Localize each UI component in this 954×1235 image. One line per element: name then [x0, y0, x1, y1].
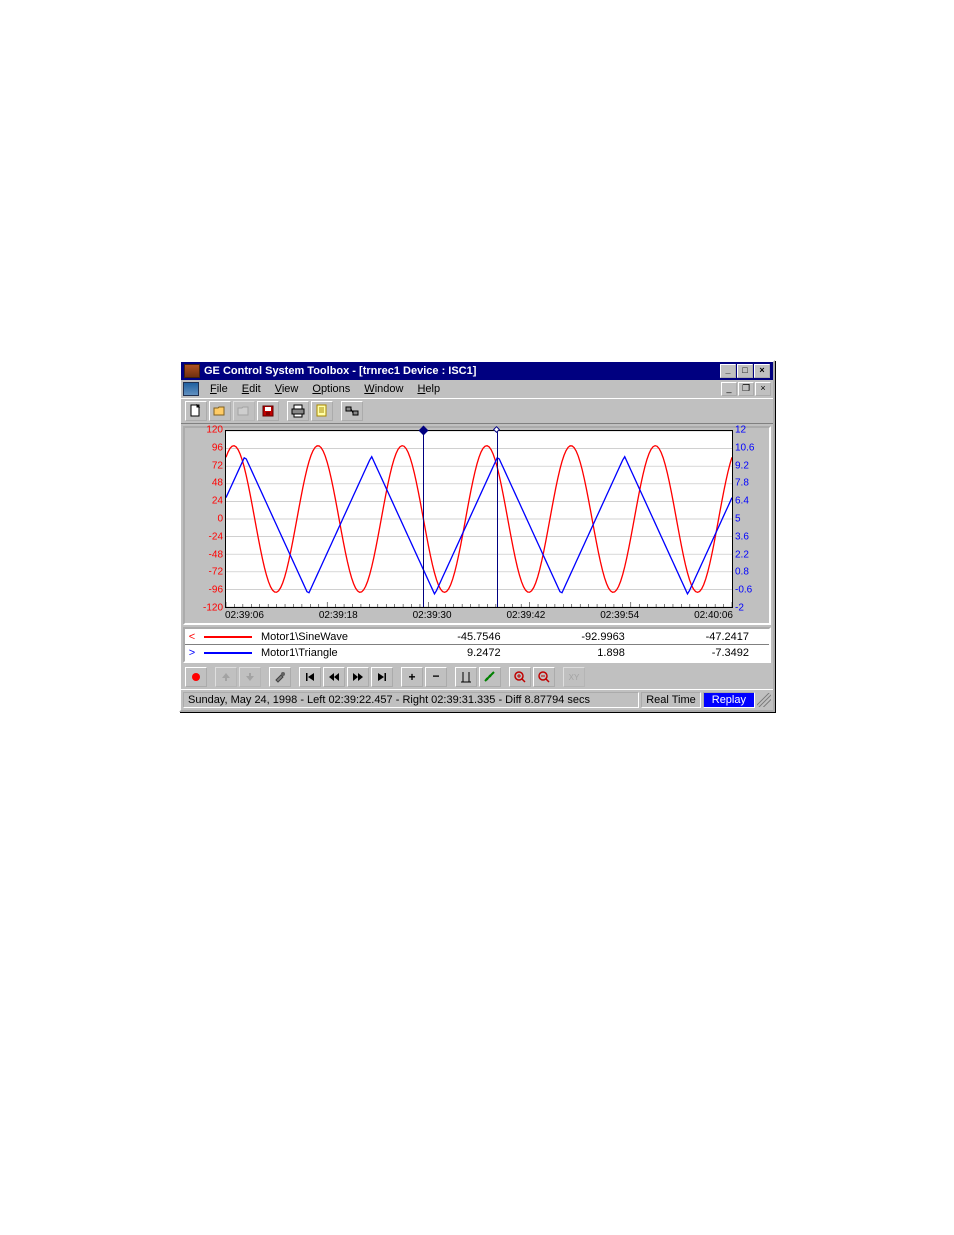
first-button[interactable] — [299, 667, 321, 687]
move-up-button[interactable] — [215, 667, 237, 687]
y-axis-right: 1210.69.27.86.453.62.20.8-0.6-2 — [733, 430, 767, 608]
signal-row[interactable]: > Motor1\Triangle9.24721.898-7.3492 — [185, 645, 769, 661]
status-realtime[interactable]: Real Time — [641, 692, 701, 708]
signal-v2: -92.9963 — [521, 631, 645, 643]
menu-help[interactable]: Help — [410, 381, 447, 397]
window-title: GE Control System Toolbox - [trnrec1 Dev… — [204, 365, 476, 377]
mdi-close-button[interactable]: × — [755, 382, 771, 396]
signal-v2: 1.898 — [521, 647, 645, 659]
mdi-minimize-button[interactable]: _ — [721, 382, 737, 396]
minimize-button[interactable]: _ — [720, 364, 736, 378]
maximize-button[interactable]: □ — [737, 364, 753, 378]
graph-area: 120967248240-24-48-72-96-120 1210.69.27.… — [183, 426, 771, 625]
last-button[interactable] — [371, 667, 393, 687]
recorder-toolbar: + − XY — [181, 665, 773, 689]
signals-table: < Motor1\SineWave-45.7546-92.9963-47.2417… — [183, 627, 771, 663]
cursor-snap-button[interactable] — [455, 667, 477, 687]
resize-grip[interactable] — [757, 693, 771, 707]
menu-edit[interactable]: Edit — [235, 381, 268, 397]
svg-text:−: − — [432, 670, 439, 683]
rewind-button[interactable] — [323, 667, 345, 687]
signal-v1: 9.2472 — [396, 647, 520, 659]
signal-name: Motor1\SineWave — [257, 631, 396, 643]
x-axis: 02:39:0602:39:1802:39:3002:39:4202:39:54… — [225, 608, 733, 621]
xy-button[interactable]: XY — [563, 667, 585, 687]
main-toolbar — [181, 398, 773, 424]
close-button[interactable]: × — [754, 364, 770, 378]
mdi-restore-button[interactable]: ❐ — [738, 382, 754, 396]
menu-window[interactable]: Window — [357, 381, 410, 397]
cursor-left[interactable] — [423, 431, 424, 607]
status-replay[interactable]: Replay — [703, 692, 755, 708]
signal-name: Motor1\Triangle — [257, 647, 396, 659]
chart-plot[interactable] — [225, 430, 733, 608]
link-button[interactable] — [341, 401, 363, 421]
open2-button[interactable] — [233, 401, 255, 421]
chart-svg — [226, 431, 732, 607]
y-axis-left: 120967248240-24-48-72-96-120 — [187, 430, 225, 608]
status-text: Sunday, May 24, 1998 - Left 02:39:22.457… — [183, 692, 639, 708]
menu-bar: File Edit View Options Window Help _ ❐ × — [181, 380, 773, 398]
print-button[interactable] — [287, 401, 309, 421]
signal-color-swatch — [199, 636, 257, 638]
signal-row[interactable]: < Motor1\SineWave-45.7546-92.9963-47.2417 — [185, 629, 769, 645]
svg-text:+: + — [408, 670, 415, 684]
open-button[interactable] — [209, 401, 231, 421]
remove-cursor-button[interactable]: − — [425, 667, 447, 687]
signal-v1: -45.7546 — [396, 631, 520, 643]
menu-file[interactable]: File — [203, 381, 235, 397]
app-window: GE Control System Toolbox - [trnrec1 Dev… — [179, 360, 775, 712]
record-button[interactable] — [185, 667, 207, 687]
app-icon — [184, 364, 200, 378]
new-button[interactable] — [185, 401, 207, 421]
title-bar[interactable]: GE Control System Toolbox - [trnrec1 Dev… — [181, 362, 773, 380]
save-button[interactable] — [257, 401, 279, 421]
zoom-out-button[interactable] — [533, 667, 555, 687]
signal-v3: -7.3492 — [645, 647, 769, 659]
settings-button[interactable] — [269, 667, 291, 687]
zoom-in-button[interactable] — [509, 667, 531, 687]
status-bar: Sunday, May 24, 1998 - Left 02:39:22.457… — [181, 689, 773, 710]
signal-color-swatch — [199, 652, 257, 654]
signal-v3: -47.2417 — [645, 631, 769, 643]
menu-view[interactable]: View — [268, 381, 306, 397]
measure-button[interactable] — [479, 667, 501, 687]
add-cursor-button[interactable]: + — [401, 667, 423, 687]
notes-button[interactable] — [311, 401, 333, 421]
svg-text:XY: XY — [569, 673, 580, 682]
menu-options[interactable]: Options — [305, 381, 357, 397]
cursor-right[interactable] — [497, 431, 498, 607]
signal-pick-icon: > — [185, 647, 199, 659]
signal-pick-icon: < — [185, 631, 199, 643]
move-down-button[interactable] — [239, 667, 261, 687]
forward-button[interactable] — [347, 667, 369, 687]
mdi-icon[interactable] — [183, 382, 199, 396]
